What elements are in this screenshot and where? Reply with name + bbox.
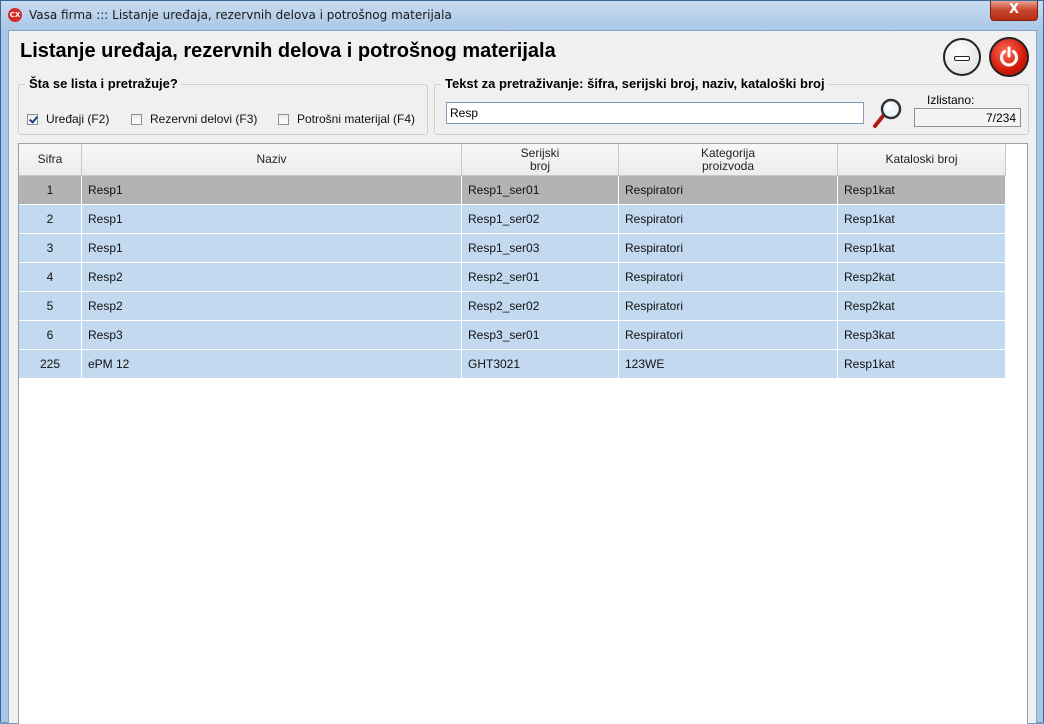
minimize-button[interactable] bbox=[943, 38, 981, 76]
cell-naziv: Resp2 bbox=[82, 263, 462, 292]
results-grid: Sifra Naziv Serijski broj Kategorija pro… bbox=[18, 143, 1028, 724]
cell-naziv: Resp3 bbox=[82, 321, 462, 350]
magnifier-icon[interactable] bbox=[872, 97, 904, 129]
checkbox-label: Uređaji (F2) bbox=[46, 112, 110, 126]
cell-naziv: Resp2 bbox=[82, 292, 462, 321]
power-icon bbox=[1000, 46, 1018, 67]
cell-sifra: 1 bbox=[19, 176, 82, 205]
count-value: 7/234 bbox=[914, 108, 1021, 127]
cell-kataloski-broj: Resp1kat bbox=[838, 205, 1006, 234]
search-group-label: Tekst za pretraživanje: šifra, serijski … bbox=[441, 76, 829, 91]
checkbox-label: Potrošni materijal (F4) bbox=[297, 112, 416, 126]
column-header-serijski-broj[interactable]: Serijski broj bbox=[462, 144, 619, 176]
page-title: Listanje uređaja, rezervnih delova i pot… bbox=[20, 40, 556, 62]
cell-serijski-broj: Resp2_ser01 bbox=[462, 263, 619, 292]
checkbox-label: Rezervni delovi (F3) bbox=[150, 112, 258, 126]
count-label: Izlistano: bbox=[927, 93, 975, 107]
cell-serijski-broj: Resp1_ser03 bbox=[462, 234, 619, 263]
checkbox-box[interactable] bbox=[131, 113, 142, 125]
cell-naziv: Resp1 bbox=[82, 234, 462, 263]
column-header-sifra[interactable]: Sifra bbox=[19, 144, 82, 176]
client-area: Listanje uređaja, rezervnih delova i pot… bbox=[8, 30, 1037, 724]
cell-serijski-broj: Resp1_ser02 bbox=[462, 205, 619, 234]
cell-sifra: 5 bbox=[19, 292, 82, 321]
cell-kategorija: Respiratori bbox=[619, 321, 838, 350]
cell-sifra: 3 bbox=[19, 234, 82, 263]
table-row[interactable]: 3 Resp1 Resp1_ser03 Respiratori Resp1kat bbox=[19, 234, 1006, 263]
table-row[interactable]: 4 Resp2 Resp2_ser01 Respiratori Resp2kat bbox=[19, 263, 1006, 292]
cell-serijski-broj: Resp3_ser01 bbox=[462, 321, 619, 350]
cell-serijski-broj: Resp1_ser01 bbox=[462, 176, 619, 205]
filter-group-label: Šta se lista i pretražuje? bbox=[25, 76, 182, 91]
cell-kategorija: Respiratori bbox=[619, 205, 838, 234]
title-bar[interactable]: CX Vasa firma ::: Listanje uređaja, reze… bbox=[1, 1, 1043, 29]
search-group: Tekst za pretraživanje: šifra, serijski … bbox=[434, 76, 1029, 135]
cell-sifra: 4 bbox=[19, 263, 82, 292]
cell-kataloski-broj: Resp2kat bbox=[838, 263, 1006, 292]
cell-kategorija: Respiratori bbox=[619, 176, 838, 205]
minimize-icon bbox=[954, 56, 970, 61]
search-input[interactable] bbox=[446, 102, 864, 124]
table-row[interactable]: 5 Resp2 Resp2_ser02 Respiratori Resp2kat bbox=[19, 292, 1006, 321]
checkbox-box[interactable] bbox=[278, 113, 289, 125]
column-header-naziv[interactable]: Naziv bbox=[82, 144, 462, 176]
cell-kataloski-broj: Resp1kat bbox=[838, 176, 1006, 205]
cell-kategorija: Respiratori bbox=[619, 263, 838, 292]
cell-naziv: Resp1 bbox=[82, 176, 462, 205]
filter-group: Šta se lista i pretražuje? Uređaji (F2) … bbox=[18, 76, 428, 135]
cell-kataloski-broj: Resp3kat bbox=[838, 321, 1006, 350]
column-header-kataloski-broj[interactable]: Kataloski broj bbox=[838, 144, 1006, 176]
table-row[interactable]: 2 Resp1 Resp1_ser02 Respiratori Resp1kat bbox=[19, 205, 1006, 234]
cell-kategorija: 123WE bbox=[619, 350, 838, 379]
cell-kataloski-broj: Resp1kat bbox=[838, 234, 1006, 263]
close-button[interactable]: X bbox=[990, 1, 1038, 21]
cell-kataloski-broj: Resp1kat bbox=[838, 350, 1006, 379]
checkbox-rezervni-delovi[interactable]: Rezervni delovi (F3) bbox=[131, 111, 257, 127]
table-row[interactable]: 1 Resp1 Resp1_ser01 Respiratori Resp1kat bbox=[19, 176, 1006, 205]
table-row[interactable]: 6 Resp3 Resp3_ser01 Respiratori Resp3kat bbox=[19, 321, 1006, 350]
cell-sifra: 225 bbox=[19, 350, 82, 379]
checkbox-uredjaji[interactable]: Uređaji (F2) bbox=[27, 111, 109, 127]
app-icon: CX bbox=[8, 8, 22, 22]
checkbox-potrosni-materijal[interactable]: Potrošni materijal (F4) bbox=[278, 111, 415, 127]
cell-serijski-broj: GHT3021 bbox=[462, 350, 619, 379]
checkbox-box[interactable] bbox=[27, 113, 38, 125]
grid-header: Sifra Naziv Serijski broj Kategorija pro… bbox=[19, 144, 1006, 176]
cell-naziv: Resp1 bbox=[82, 205, 462, 234]
table-row[interactable]: 225 ePM 12 GHT3021 123WE Resp1kat bbox=[19, 350, 1006, 379]
cell-sifra: 2 bbox=[19, 205, 82, 234]
column-header-kategorija[interactable]: Kategorija proizvoda bbox=[619, 144, 838, 176]
cell-kategorija: Respiratori bbox=[619, 234, 838, 263]
cell-kataloski-broj: Resp2kat bbox=[838, 292, 1006, 321]
cell-kategorija: Respiratori bbox=[619, 292, 838, 321]
app-window: CX Vasa firma ::: Listanje uređaja, reze… bbox=[0, 0, 1044, 724]
window-title: Vasa firma ::: Listanje uređaja, rezervn… bbox=[29, 8, 452, 22]
cell-serijski-broj: Resp2_ser02 bbox=[462, 292, 619, 321]
cell-naziv: ePM 12 bbox=[82, 350, 462, 379]
power-button[interactable] bbox=[989, 37, 1029, 77]
cell-sifra: 6 bbox=[19, 321, 82, 350]
